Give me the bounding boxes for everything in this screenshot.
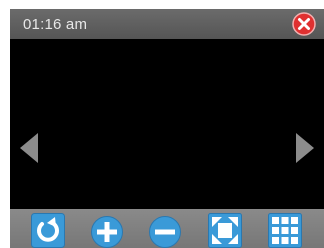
- zoom-out-icon: [149, 216, 181, 248]
- zoom-in-button[interactable]: [90, 213, 124, 248]
- image-viewport[interactable]: [10, 39, 324, 209]
- arrow-left-icon: [20, 133, 38, 163]
- grid-view-icon: [268, 213, 302, 248]
- time-label: 01:16 am: [23, 16, 88, 33]
- fit-to-screen-icon: [208, 213, 242, 248]
- rotate-icon: [31, 213, 65, 248]
- close-icon: [292, 12, 316, 36]
- viewer-window: 01:16 am: [10, 9, 324, 248]
- rotate-button[interactable]: [31, 213, 65, 248]
- previous-button[interactable]: [18, 132, 40, 164]
- fit-to-screen-button[interactable]: [208, 213, 242, 248]
- toolbar: [10, 209, 324, 248]
- close-button[interactable]: [292, 12, 316, 36]
- zoom-in-icon: [91, 216, 123, 248]
- next-button[interactable]: [294, 132, 316, 164]
- arrow-right-icon: [296, 133, 314, 163]
- zoom-out-button[interactable]: [148, 213, 182, 248]
- grid-view-button[interactable]: [268, 213, 302, 248]
- title-bar: 01:16 am: [10, 9, 324, 39]
